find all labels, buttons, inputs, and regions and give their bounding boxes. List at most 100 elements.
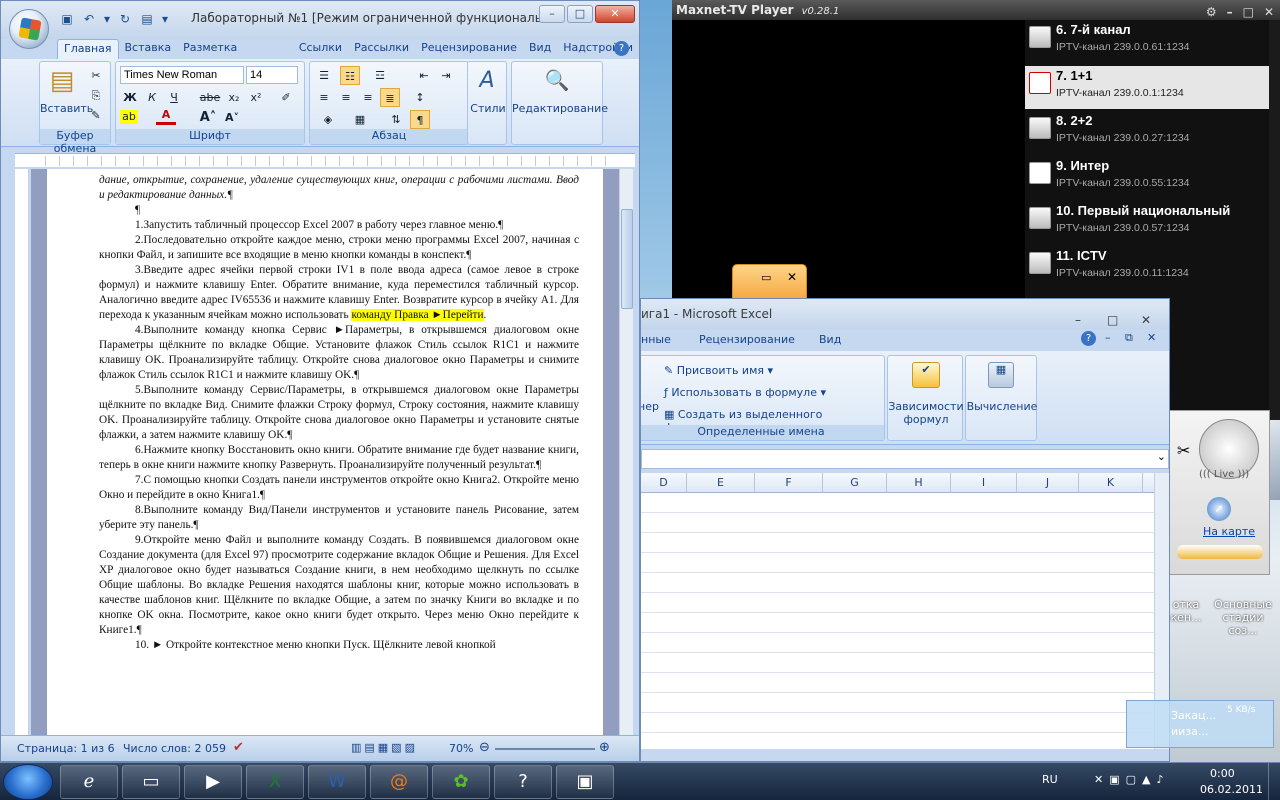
ribbon-minimize-button[interactable]: – [1105,331,1111,344]
copy-icon[interactable]: ⎘ [86,86,106,105]
decrease-indent-icon[interactable]: ⇤ [414,66,434,85]
borders-icon[interactable]: ▦ [350,110,370,129]
document-text[interactable]: дание, открытие, сохранение, удаление су… [99,173,579,653]
expand-formula-icon[interactable]: ⌄ [1157,450,1166,463]
maximize-button[interactable]: □ [1243,2,1254,22]
column-header[interactable]: I [951,473,1017,493]
remote-desktop-icon[interactable]: ▣ [556,765,614,799]
increase-indent-icon[interactable]: ⇥ [436,66,456,85]
tools-icon[interactable]: ✂ [1177,441,1190,460]
download-notification[interactable]: Закац... ииза... 5 KB/s [1126,700,1274,748]
shrink-font-icon[interactable]: A˅ [222,108,242,127]
minimize-button[interactable]: ▭ [761,271,771,284]
calculation-button[interactable]: Вычисление [966,400,1038,413]
cut-icon[interactable]: ✂ [86,66,106,85]
ribbon-restore-button[interactable]: ⧉ [1125,331,1133,345]
column-header[interactable]: K [1079,473,1143,493]
underline-icon[interactable]: Ч [164,88,184,107]
spreadsheet-grid[interactable]: D E F G H I J K [641,473,1156,749]
icq-icon[interactable]: ✿ [432,765,490,799]
line-spacing-icon[interactable]: ↕ [410,88,430,107]
minimize-button[interactable]: – [1227,2,1233,22]
help-support-icon[interactable]: ? [494,765,552,799]
column-header[interactable]: D [641,473,687,493]
close-button[interactable]: ✕ [1264,2,1274,22]
zoom-level[interactable]: 70% [449,742,473,755]
tab-page-layout[interactable]: Разметка страницы [177,39,293,72]
styles-icon[interactable]: A [472,68,502,93]
editing-button[interactable]: Редактирование [512,102,608,115]
superscript-icon[interactable]: x² [246,88,266,107]
horizontal-ruler[interactable] [15,153,635,167]
align-right-icon[interactable]: ≡ [358,88,378,107]
desktop-icon-label[interactable]: Основные стадии соз... [1210,598,1276,637]
channel-item[interactable]: 11. ICTV IPTV-канал 239.0.0.11:1234 [1025,246,1269,289]
print-preview-icon[interactable]: ▤ [139,11,155,27]
excel-icon[interactable]: X [246,765,304,799]
font-size-combo[interactable]: 14 [246,66,298,84]
scroll-thumb[interactable] [621,209,633,309]
page-count[interactable]: Страница: 1 из 6 [17,742,115,755]
vertical-ruler[interactable] [15,169,29,735]
column-header[interactable]: H [887,473,951,493]
channel-item[interactable]: 10. Первый национальный IPTV-канал 239.0… [1025,201,1269,244]
subscript-icon[interactable]: x₂ [224,88,244,107]
sort-icon[interactable]: ⇅ [386,110,406,129]
minimize-button[interactable]: – [539,5,565,23]
dependencies-button[interactable]: Зависимости формул [888,400,964,426]
mail-at-icon[interactable]: @ [370,765,428,799]
font-color-icon[interactable]: A [156,108,176,125]
word-count[interactable]: Число слов: 2 059 [123,742,226,755]
zoom-in-icon[interactable]: ⊕ [599,740,610,755]
zoom-slider[interactable] [495,748,595,750]
start-button[interactable] [3,764,53,800]
tab-references[interactable]: Ссылки [293,39,348,59]
close-button[interactable]: ✕ [787,270,797,284]
grid-rows[interactable] [641,493,1156,749]
dependencies-icon[interactable]: ✔ [912,362,940,388]
tab-insert[interactable]: Вставка [119,39,178,59]
align-left-icon[interactable]: ≡ [314,88,334,107]
map-link[interactable]: На карте [1203,525,1255,538]
tab-review[interactable]: Рецензирование [699,333,795,346]
save-icon[interactable]: ▣ [59,11,75,27]
redo-icon[interactable]: ↻ [117,11,133,27]
explorer-folder-icon[interactable]: ▭ [122,765,180,799]
language-indicator[interactable]: RU [1042,773,1058,786]
italic-icon[interactable]: К [142,88,162,107]
settings-icon[interactable]: ⚙ [1206,2,1217,22]
undo-dropdown-icon[interactable]: ▾ [103,11,111,27]
paste-button[interactable]: Вставить [40,102,93,115]
column-header[interactable]: G [823,473,887,493]
proofing-icon[interactable]: ✔ [233,740,244,755]
calculator-icon[interactable]: ▦ [988,362,1014,388]
paste-icon[interactable]: ▤ [46,66,78,100]
customize-qat-icon[interactable]: ▾ [161,11,169,27]
column-header[interactable]: F [755,473,823,493]
channel-item[interactable]: 6. 7-й канал IPTV-канал 239.0.0.61:1234 [1025,20,1269,63]
tab-view[interactable]: Вид [523,39,557,59]
assign-name-button[interactable]: ✎ Присвоить имя ▾ [664,364,773,377]
column-header[interactable]: E [687,473,755,493]
tab-mailings[interactable]: Рассылки [348,39,415,59]
view-buttons[interactable]: ▥▤▦▧▨ [351,741,418,754]
shading-icon[interactable]: ◈ [318,110,338,129]
font-name-combo[interactable]: Times New Roman [120,66,244,84]
compass-icon[interactable]: ➚ [1207,497,1231,521]
close-button[interactable]: ✕ [595,5,635,23]
ribbon-close-button[interactable]: ✕ [1147,331,1156,344]
show-marks-icon[interactable]: ¶ [410,110,430,129]
undo-icon[interactable]: ↶ [81,11,97,27]
channel-item[interactable]: 9. Интер IPTV-канал 239.0.0.55:1234 [1025,156,1269,199]
formula-bar[interactable]: ⌄ [641,449,1169,469]
document-page[interactable]: дание, открытие, сохранение, удаление су… [47,169,603,735]
binoculars-icon[interactable]: 🔍 [542,68,572,92]
vertical-scrollbar[interactable] [619,169,633,735]
strikethrough-icon[interactable]: abe [198,88,222,107]
help-icon[interactable]: ? [1081,331,1096,346]
tab-home[interactable]: Главная [57,39,119,59]
internet-explorer-icon[interactable]: ℯ [60,765,118,799]
desktop-icon-label[interactable]: отка кен... [1170,598,1202,637]
tray-icons[interactable]: ✕▣▢▲♪ [1094,773,1169,786]
tab-view[interactable]: Вид [819,333,841,346]
